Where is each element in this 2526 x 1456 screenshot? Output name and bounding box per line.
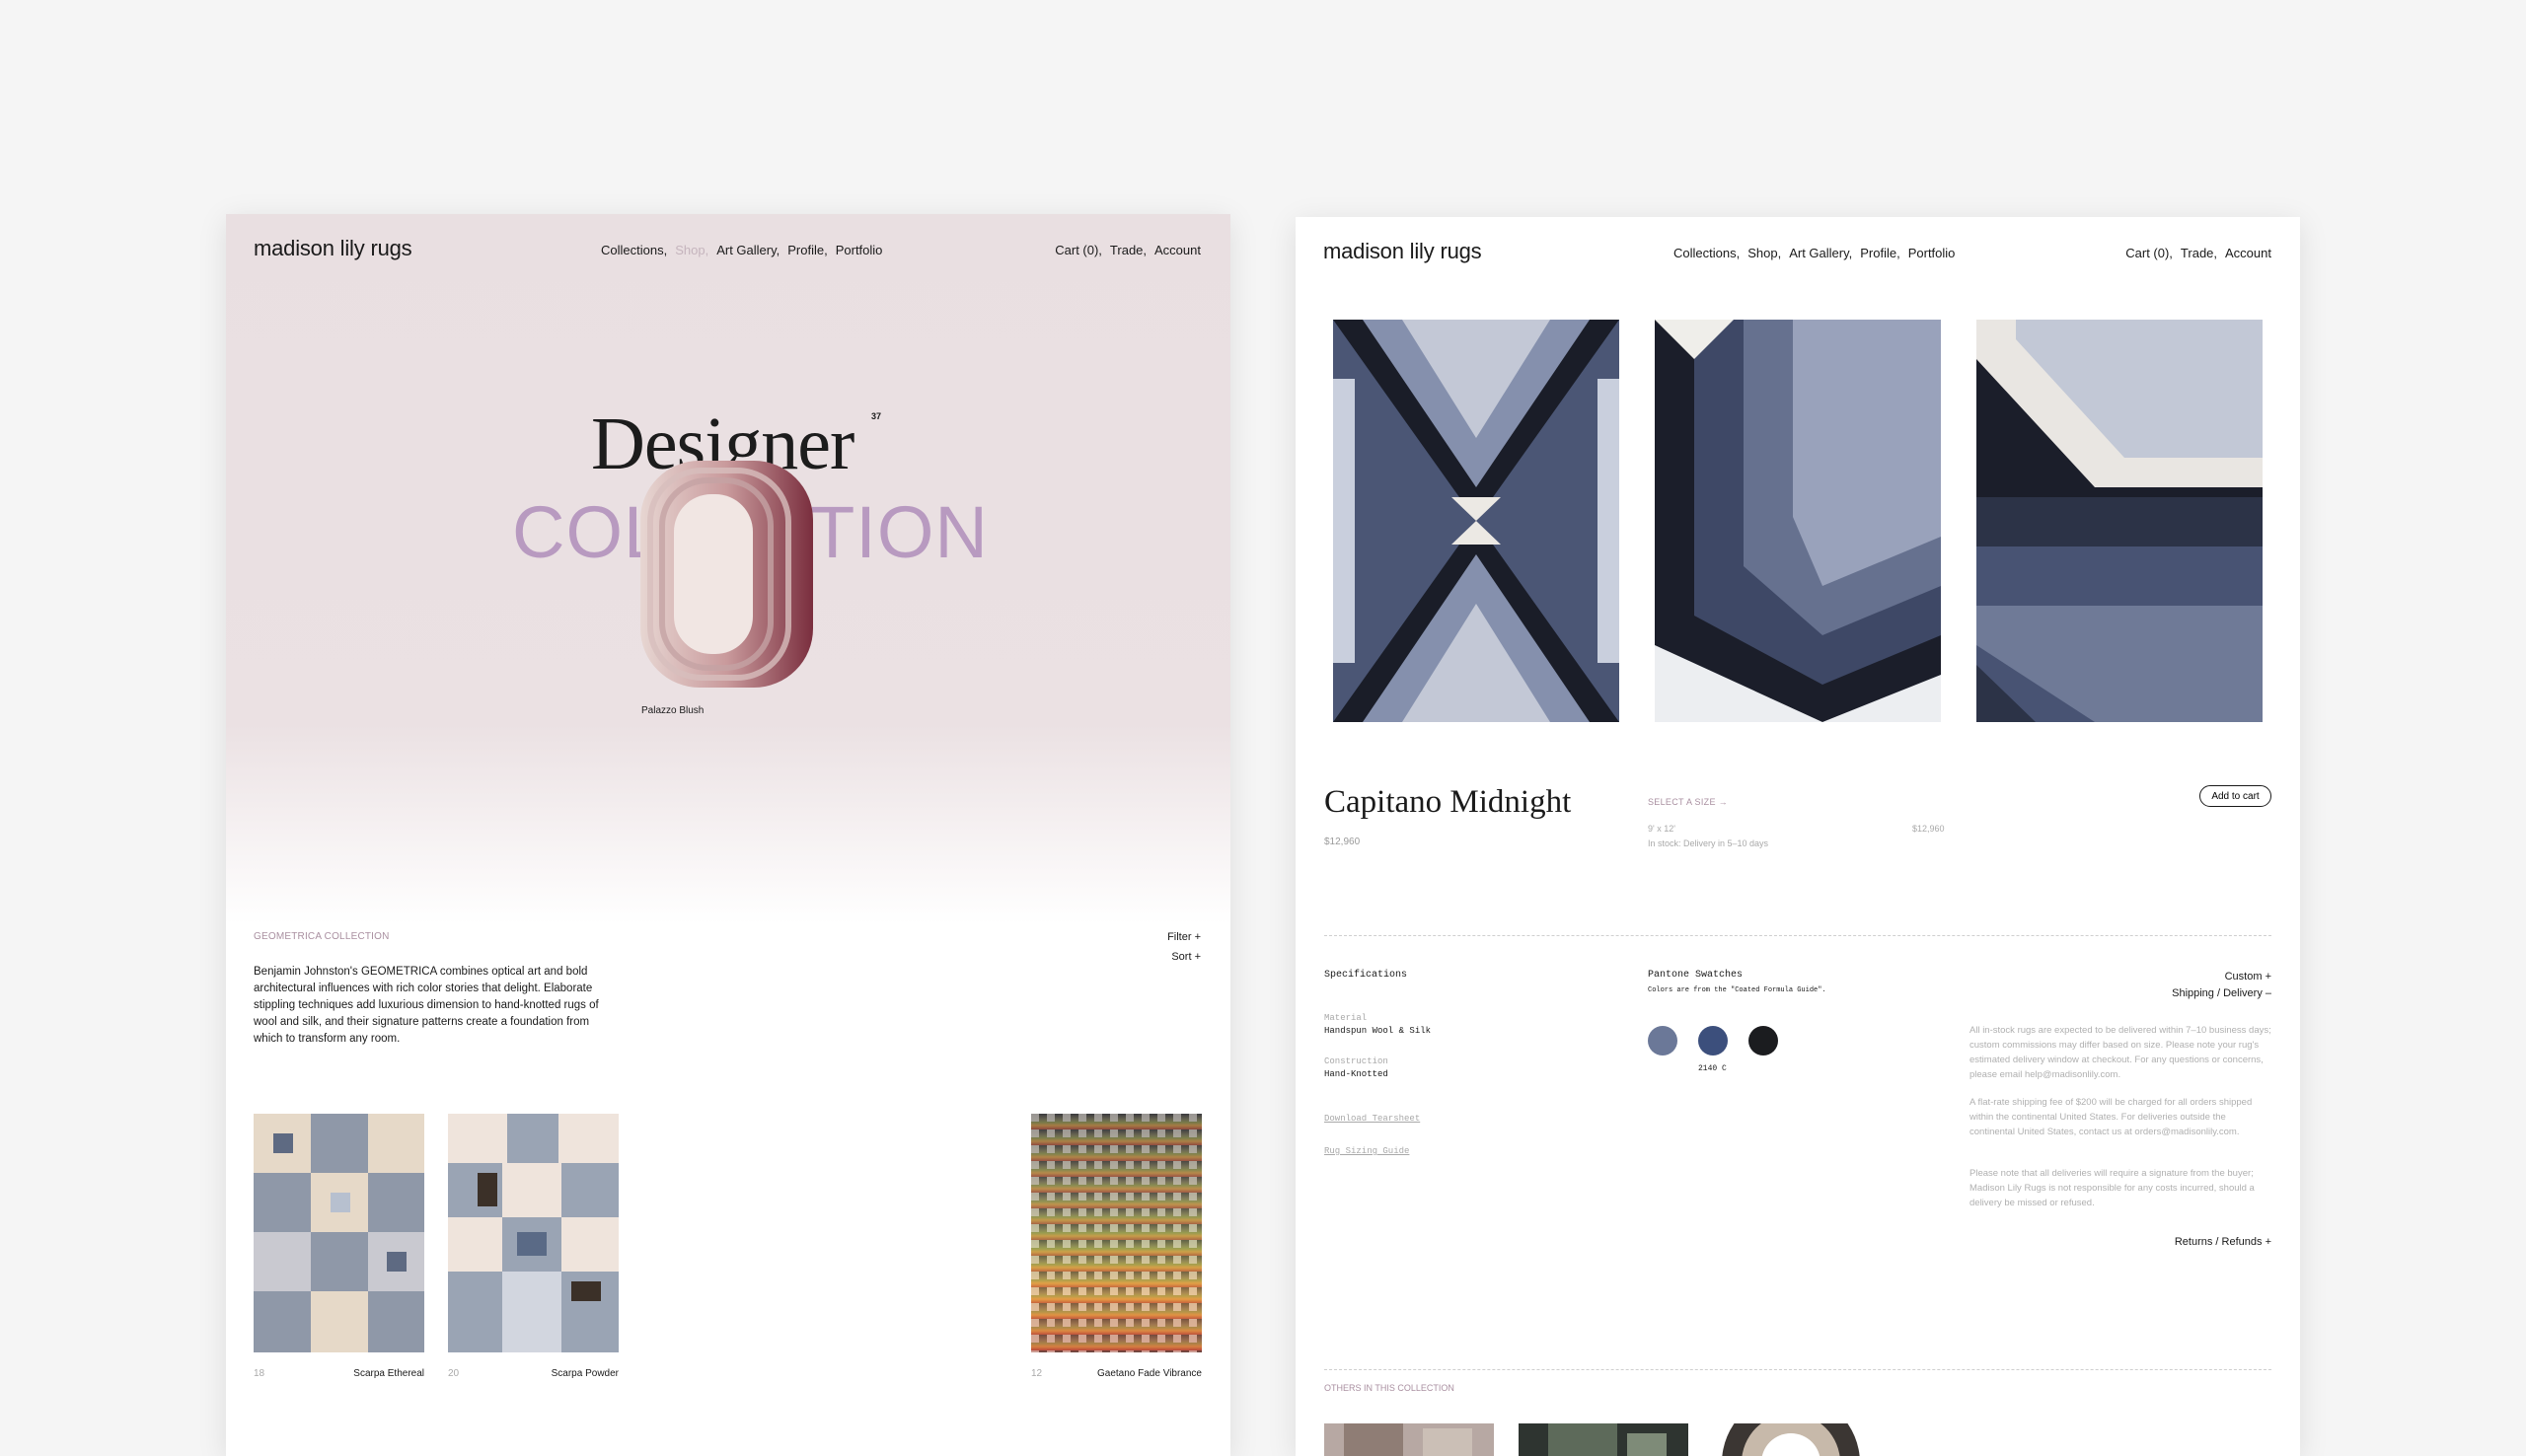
construction-label: Construction bbox=[1324, 1056, 1388, 1066]
nav-shop[interactable]: Shop, bbox=[675, 243, 708, 257]
product-name[interactable]: Gaetano Fade Vibrance bbox=[1097, 1368, 1202, 1379]
shipping-paragraph: A flat-rate shipping fee of $200 will be… bbox=[1969, 1097, 2253, 1137]
size-option-price: $12,960 bbox=[1912, 824, 1945, 834]
nav-art-gallery[interactable]: Art Gallery, bbox=[716, 243, 780, 257]
pantone-heading: Pantone Swatches bbox=[1648, 970, 1744, 981]
pantone-code: 2140 C bbox=[1698, 1064, 1727, 1073]
collection-page: madison lily rugs Collections, Shop, Art… bbox=[226, 214, 1230, 1456]
divider bbox=[1324, 935, 2271, 936]
material-value: Handspun Wool & Silk bbox=[1324, 1026, 1432, 1036]
product-number: 18 bbox=[254, 1368, 265, 1379]
shipping-delivery-toggle[interactable]: Shipping / Delivery – bbox=[2172, 987, 2271, 999]
product-image[interactable] bbox=[448, 1114, 619, 1352]
nav-account[interactable]: Account bbox=[2225, 246, 2271, 260]
add-to-cart-button[interactable]: Add to cart bbox=[2199, 785, 2271, 807]
account-nav: Cart (0), Trade, Account bbox=[1055, 243, 1201, 257]
product-gallery-image[interactable] bbox=[1655, 320, 1941, 722]
nav-cart[interactable]: Cart (0), bbox=[1055, 243, 1102, 257]
site-logo[interactable]: madison lily rugs bbox=[1323, 239, 1482, 264]
returns-refunds-toggle[interactable]: Returns / Refunds + bbox=[2175, 1236, 2271, 1248]
filter-button[interactable]: Filter + bbox=[1167, 931, 1201, 943]
hero-count: 37 bbox=[871, 411, 882, 421]
pantone-swatch[interactable] bbox=[1648, 1026, 1677, 1056]
collection-label: GEOMETRICA COLLECTION bbox=[254, 931, 390, 942]
main-nav: Collections, Shop, Art Gallery, Profile,… bbox=[601, 243, 882, 257]
custom-toggle[interactable]: Custom + bbox=[2225, 971, 2271, 983]
site-header: madison lily rugs Collections, Shop, Art… bbox=[1296, 217, 2300, 288]
nav-collections[interactable]: Collections, bbox=[601, 243, 667, 257]
shipping-paragraph: Please note that all deliveries will req… bbox=[1969, 1168, 2255, 1208]
others-in-collection-label: OTHERS IN THIS COLLECTION bbox=[1324, 1383, 1454, 1393]
nav-trade[interactable]: Trade, bbox=[2181, 246, 2217, 260]
shipping-paragraph: All in-stock rugs are expected to be del… bbox=[1969, 1025, 2271, 1080]
product-gallery-image[interactable] bbox=[1976, 320, 2263, 722]
nav-profile[interactable]: Profile, bbox=[787, 243, 827, 257]
product-image[interactable] bbox=[1031, 1114, 1202, 1352]
site-header: madison lily rugs Collections, Shop, Art… bbox=[226, 214, 1230, 285]
nav-art-gallery[interactable]: Art Gallery, bbox=[1789, 246, 1852, 260]
nav-cart[interactable]: Cart (0), bbox=[2125, 246, 2173, 260]
featured-rug-image[interactable] bbox=[640, 461, 813, 688]
material-label: Material bbox=[1324, 1013, 1368, 1023]
nav-portfolio[interactable]: Portfolio bbox=[1908, 246, 1956, 260]
product-name[interactable]: Scarpa Powder bbox=[552, 1368, 619, 1379]
product-card[interactable]: 20 Scarpa Powder bbox=[448, 1114, 619, 1379]
product-page: madison lily rugs Collections, Shop, Art… bbox=[1296, 217, 2300, 1456]
rug-sizing-guide-link[interactable]: Rug Sizing Guide bbox=[1324, 1146, 1409, 1156]
product-price: $12,960 bbox=[1324, 837, 1361, 847]
nav-profile[interactable]: Profile, bbox=[1860, 246, 1899, 260]
nav-shop[interactable]: Shop, bbox=[1747, 246, 1781, 260]
main-nav: Collections, Shop, Art Gallery, Profile,… bbox=[1673, 246, 1955, 260]
related-product-image[interactable] bbox=[1712, 1423, 1882, 1456]
nav-collections[interactable]: Collections, bbox=[1673, 246, 1740, 260]
product-card[interactable]: 18 Scarpa Ethereal bbox=[254, 1114, 424, 1379]
product-number: 12 bbox=[1031, 1368, 1043, 1379]
specifications-heading: Specifications bbox=[1324, 970, 1408, 981]
related-product-image[interactable] bbox=[1324, 1423, 1494, 1456]
pantone-swatch[interactable] bbox=[1698, 1026, 1728, 1056]
collection-description: Benjamin Johnston's GEOMETRICA combines … bbox=[254, 966, 599, 1045]
site-logo[interactable]: madison lily rugs bbox=[254, 236, 412, 261]
product-number: 20 bbox=[448, 1368, 460, 1379]
product-name[interactable]: Scarpa Ethereal bbox=[353, 1368, 424, 1379]
pantone-note: Colors are from the "Coated Formula Guid… bbox=[1648, 986, 1826, 994]
account-nav: Cart (0), Trade, Account bbox=[2125, 246, 2271, 260]
stock-status: In stock: Delivery in 5–10 days bbox=[1648, 838, 1769, 848]
product-gallery-image[interactable] bbox=[1333, 320, 1619, 722]
nav-trade[interactable]: Trade, bbox=[1110, 243, 1147, 257]
size-option[interactable]: 9' x 12' bbox=[1648, 824, 1675, 834]
sort-button[interactable]: Sort + bbox=[1171, 951, 1201, 963]
hero-banner: madison lily rugs Collections, Shop, Art… bbox=[226, 214, 1230, 924]
product-image[interactable] bbox=[254, 1114, 424, 1352]
size-selector[interactable]: SELECT A SIZE → bbox=[1648, 797, 1728, 807]
related-product-image[interactable] bbox=[1519, 1423, 1688, 1456]
product-card[interactable]: 12 Gaetano Fade Vibrance bbox=[1031, 1114, 1202, 1379]
featured-rug-caption[interactable]: Palazzo Blush bbox=[641, 705, 704, 716]
divider bbox=[1324, 1369, 2271, 1370]
product-title: Capitano Midnight bbox=[1324, 784, 1572, 820]
pantone-swatch[interactable] bbox=[1748, 1026, 1778, 1056]
nav-account[interactable]: Account bbox=[1154, 243, 1201, 257]
construction-value: Hand-Knotted bbox=[1324, 1069, 1388, 1079]
nav-portfolio[interactable]: Portfolio bbox=[836, 243, 883, 257]
download-tearsheet-link[interactable]: Download Tearsheet bbox=[1324, 1114, 1420, 1124]
